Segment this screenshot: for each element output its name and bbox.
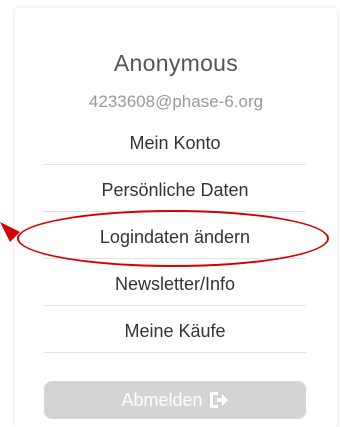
logout-icon (209, 391, 229, 409)
account-menu: Mein Konto Persönliche Daten Logindaten … (44, 118, 306, 353)
logout-button[interactable]: Abmelden (44, 381, 306, 419)
menu-item-logindaten-aendern[interactable]: Logindaten ändern (44, 212, 306, 259)
menu-item-newsletter-info[interactable]: Newsletter/Info (44, 259, 306, 306)
menu-item-meine-kaeufe[interactable]: Meine Käufe (44, 306, 306, 353)
user-email: 4233608@phase-6.org (88, 92, 264, 111)
menu-item-mein-konto[interactable]: Mein Konto (44, 118, 306, 165)
logout-label: Abmelden (121, 389, 203, 410)
user-name: Anonymous (113, 50, 239, 76)
menu-item-persoenliche-daten[interactable]: Persönliche Daten (44, 165, 306, 212)
